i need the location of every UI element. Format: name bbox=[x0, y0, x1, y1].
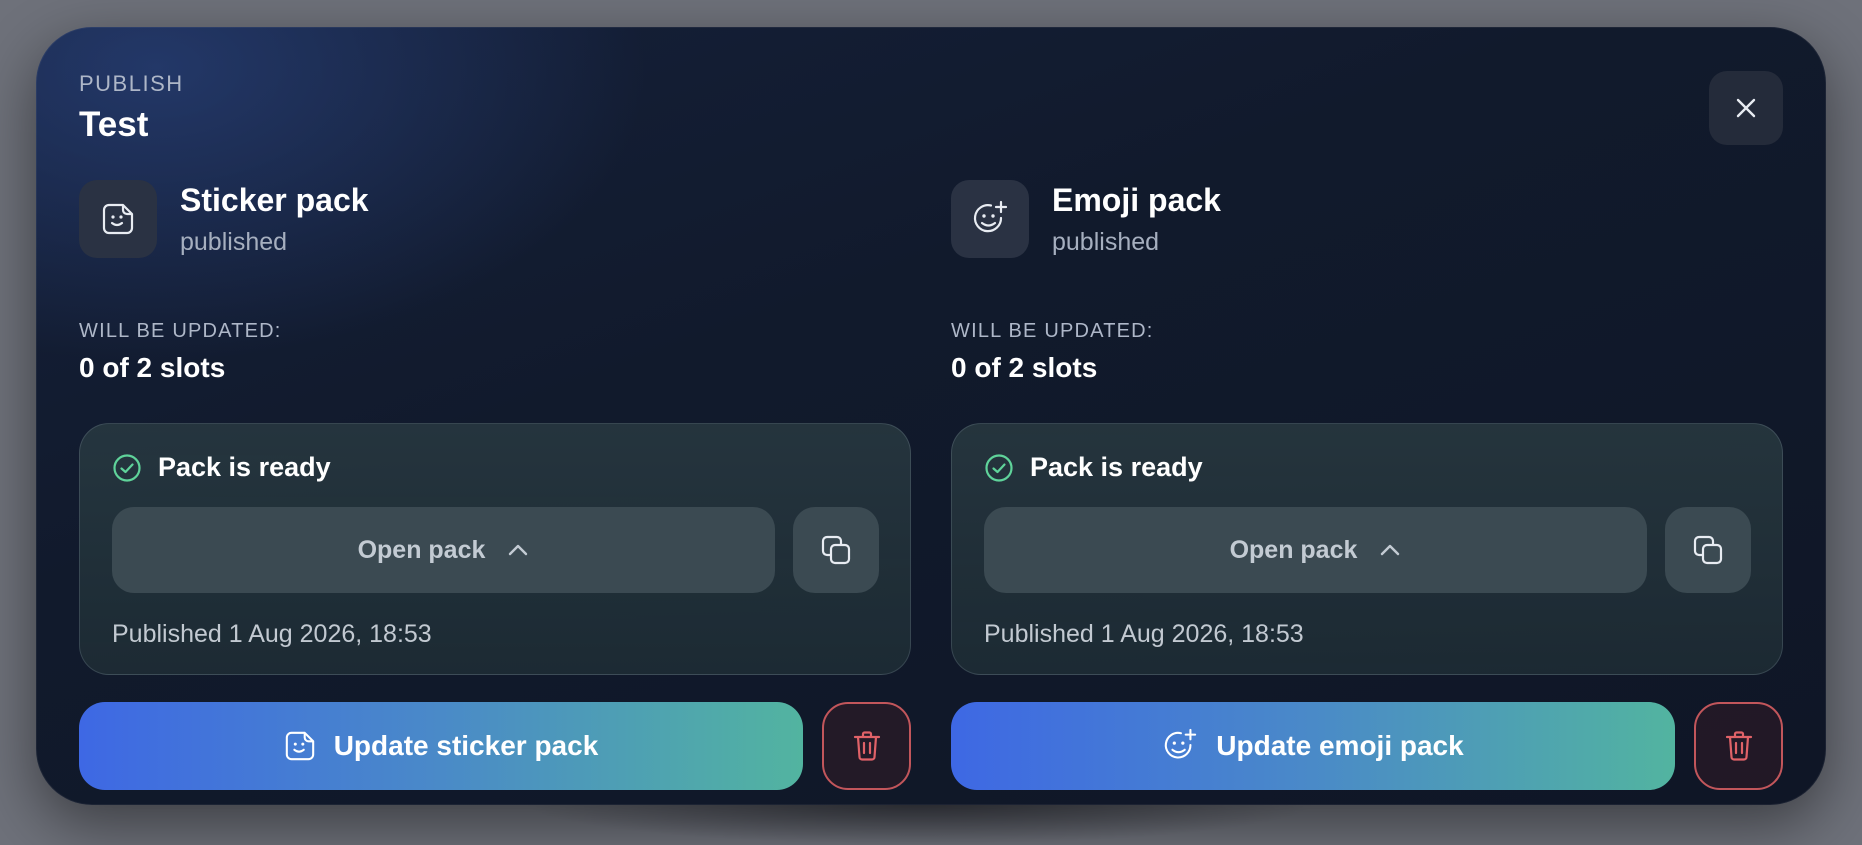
trash-icon bbox=[853, 731, 880, 761]
will-be-updated-value: 0 of 2 slots bbox=[79, 352, 226, 383]
dialog-title: Test bbox=[79, 105, 149, 144]
ready-status: Pack is ready bbox=[984, 452, 1203, 483]
check-circle-icon bbox=[985, 453, 1013, 482]
pack-status: published bbox=[180, 228, 288, 256]
pack-name: Sticker pack bbox=[180, 182, 369, 218]
published-timestamp: Published 1 Aug 2026, 18:53 bbox=[984, 620, 1304, 648]
will-be-updated-label: WILL BE UPDATED: bbox=[951, 320, 1154, 342]
close-icon bbox=[1736, 98, 1756, 118]
copy-icon bbox=[1693, 535, 1723, 565]
open-pack-button[interactable]: Open pack bbox=[112, 507, 775, 593]
ready-status: Pack is ready bbox=[112, 452, 331, 483]
pack-ready-card: Pack is ready Open pack Published 1 Aug … bbox=[951, 423, 1783, 675]
published-timestamp: Published 1 Aug 2026, 18:53 bbox=[112, 620, 432, 648]
copy-icon bbox=[821, 535, 851, 565]
sticker-icon-tile bbox=[79, 180, 157, 258]
chevron-up-icon bbox=[1379, 543, 1401, 557]
will-be-updated-label: WILL BE UPDATED: bbox=[79, 320, 282, 342]
pack-name: Emoji pack bbox=[1052, 182, 1221, 218]
update-button-label: Update emoji pack bbox=[1216, 730, 1464, 761]
emoji-add-icon bbox=[973, 200, 1008, 233]
ready-text: Pack is ready bbox=[158, 452, 331, 482]
publish-dialog: PUBLISH Test Sticker pack published WILL… bbox=[36, 27, 1826, 805]
emoji-pack-column: Emoji pack published WILL BE UPDATED: 0 … bbox=[951, 180, 1783, 790]
emoji-pack-header: Emoji pack published bbox=[951, 180, 1783, 260]
open-pack-button[interactable]: Open pack bbox=[984, 507, 1647, 593]
sticker-icon bbox=[285, 731, 314, 761]
emoji-icon-tile bbox=[951, 180, 1029, 258]
open-pack-label: Open pack bbox=[357, 535, 486, 564]
will-be-updated-value: 0 of 2 slots bbox=[951, 352, 1098, 383]
update-button-label: Update sticker pack bbox=[333, 730, 599, 761]
dialog-eyebrow: PUBLISH bbox=[79, 71, 184, 96]
update-sticker-pack-button[interactable]: Update sticker pack bbox=[79, 702, 803, 790]
check-circle-icon bbox=[113, 453, 141, 482]
sticker-pack-column: Sticker pack published WILL BE UPDATED: … bbox=[79, 180, 911, 790]
delete-emoji-pack-button[interactable] bbox=[1694, 702, 1783, 790]
sticker-icon bbox=[102, 203, 134, 235]
sticker-pack-header: Sticker pack published bbox=[79, 180, 911, 260]
copy-link-button[interactable] bbox=[793, 507, 879, 593]
chevron-up-icon bbox=[507, 543, 529, 557]
pack-status: published bbox=[1052, 228, 1160, 256]
delete-sticker-pack-button[interactable] bbox=[822, 702, 911, 790]
close-button[interactable] bbox=[1709, 71, 1783, 145]
ready-text: Pack is ready bbox=[1030, 452, 1203, 482]
copy-link-button[interactable] bbox=[1665, 507, 1751, 593]
open-pack-label: Open pack bbox=[1229, 535, 1358, 564]
emoji-add-icon bbox=[1165, 728, 1197, 759]
update-emoji-pack-button[interactable]: Update emoji pack bbox=[951, 702, 1675, 790]
pack-ready-card: Pack is ready Open pack Published 1 Aug … bbox=[79, 423, 911, 675]
trash-icon bbox=[1725, 731, 1752, 761]
